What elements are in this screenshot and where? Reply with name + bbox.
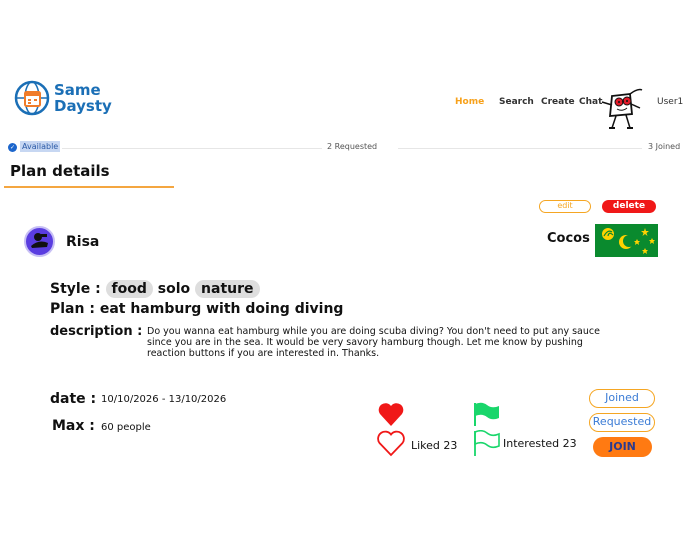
app-logo-text[interactable]: Same Daysty [54, 82, 112, 114]
country-name: Cocos [547, 231, 590, 246]
step-connector [62, 148, 322, 149]
date-label: date : [50, 391, 97, 407]
requested-button[interactable]: Requested [589, 413, 655, 432]
mascot-character-icon[interactable] [600, 86, 644, 132]
join-button[interactable]: JOIN [593, 437, 652, 457]
step-requested: 2 Requested [327, 142, 378, 151]
style-tag-food: food [105, 280, 153, 298]
page-title: Plan details [10, 162, 110, 180]
check-icon: ✓ [8, 143, 17, 152]
step-available: Available [20, 141, 61, 152]
liked-count: Liked 23 [411, 439, 458, 452]
flag-filled-icon[interactable] [473, 402, 501, 426]
calendar-globe-icon [14, 80, 50, 116]
joined-button[interactable]: Joined [589, 389, 655, 408]
nav-search[interactable]: Search [499, 97, 534, 107]
style-tag-solo: solo [157, 281, 191, 297]
heart-filled-icon[interactable] [377, 401, 405, 427]
date-value: 10/10/2026 - 13/10/2026 [101, 394, 227, 405]
flag-outline-icon[interactable] [473, 430, 501, 456]
step-joined: 3 Joined [648, 142, 681, 151]
max-value: 60 people [101, 422, 151, 433]
owner-name: Risa [66, 234, 100, 250]
style-row: Style : food solo nature [50, 280, 260, 298]
logo-line2: Daysty [54, 97, 112, 115]
max-label: Max : [52, 418, 95, 434]
plan-row: Plan : eat hamburg with doing diving [50, 301, 343, 317]
interested-count: Interested 23 [503, 437, 577, 450]
plan-label: Plan : [50, 301, 95, 317]
style-label: Style : [50, 281, 101, 297]
plan-text: eat hamburg with doing diving [99, 301, 344, 317]
logo-line1: Same [54, 81, 101, 99]
description-label: description : [50, 324, 143, 339]
nav-home[interactable]: Home [455, 97, 484, 107]
title-underline [4, 186, 174, 188]
diver-icon [31, 233, 48, 248]
heart-outline-icon[interactable] [376, 429, 406, 457]
avatar[interactable] [24, 226, 55, 257]
nav-chat[interactable]: Chat [579, 97, 602, 107]
style-tag-nature: nature [195, 280, 260, 298]
edit-button[interactable]: edit [539, 200, 591, 213]
user-menu[interactable]: User1 [657, 97, 683, 107]
step-connector [398, 148, 642, 149]
delete-button[interactable]: delete [602, 200, 656, 213]
cocos-flag-icon [595, 224, 658, 257]
nav-create[interactable]: Create [541, 97, 575, 107]
description-text: Do you wanna eat hamburg while you are d… [147, 326, 600, 359]
